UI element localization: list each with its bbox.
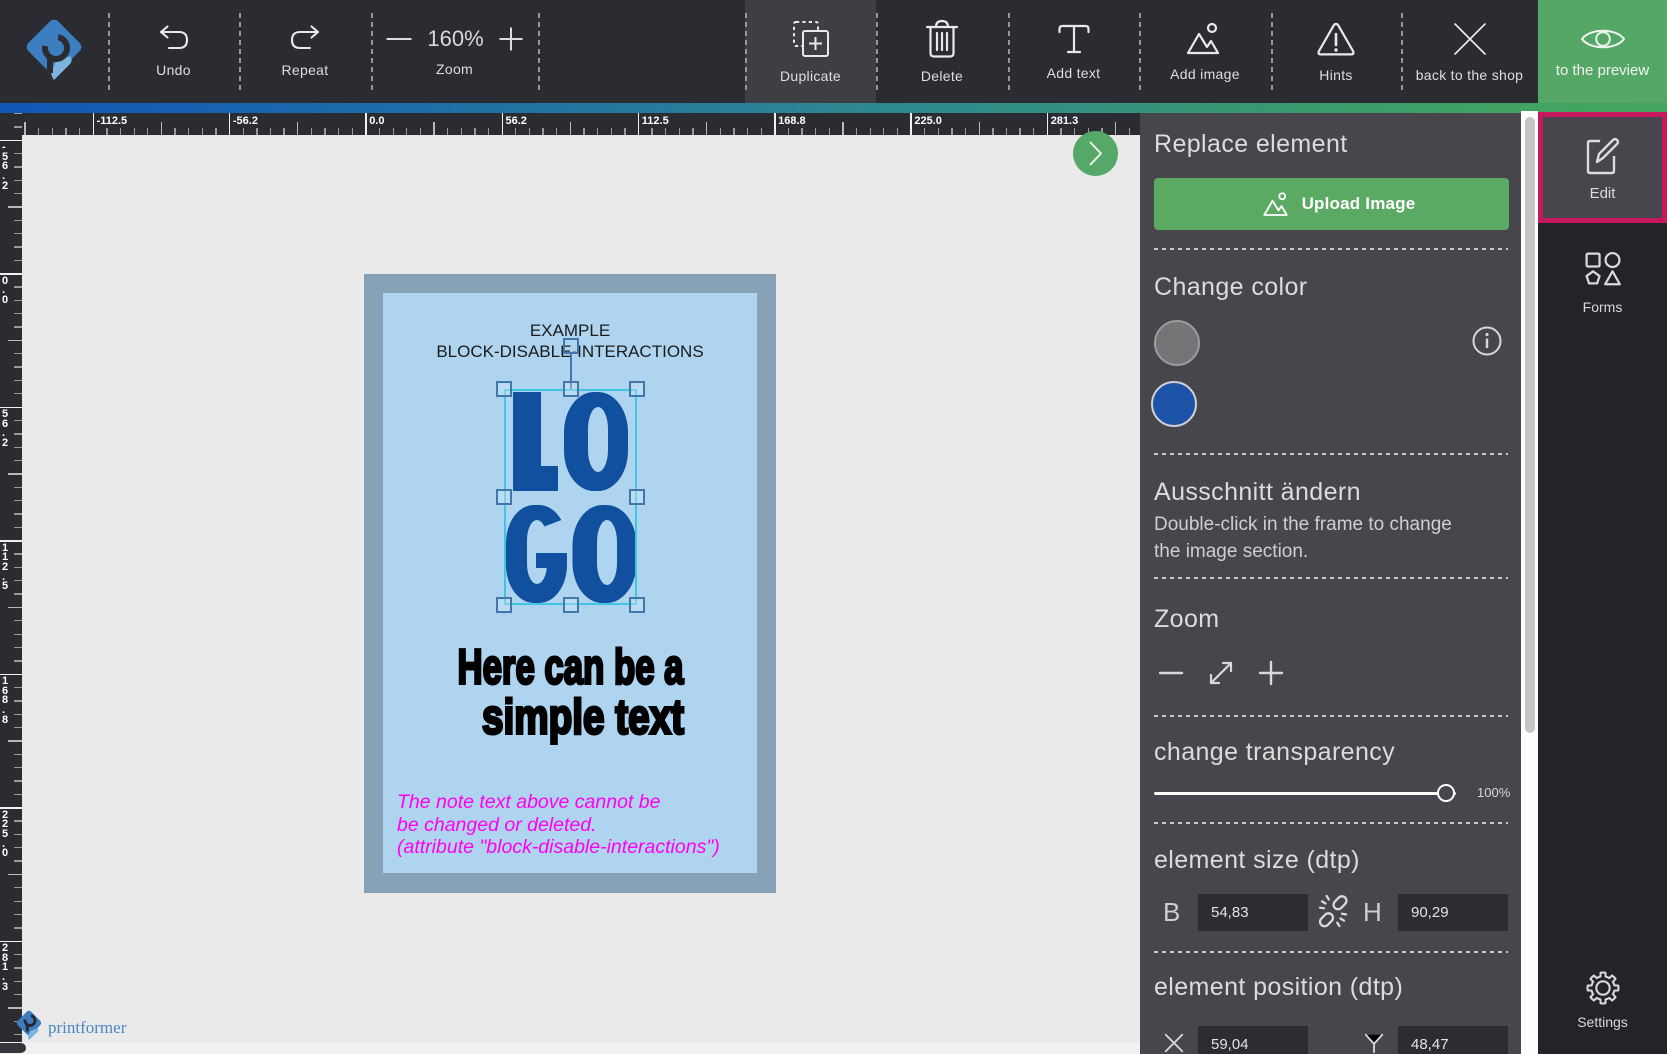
- svg-text:Here can be a: Here can be a: [458, 640, 684, 695]
- svg-text:printformer: printformer: [48, 1018, 127, 1037]
- svg-text:simple text: simple text: [482, 690, 684, 745]
